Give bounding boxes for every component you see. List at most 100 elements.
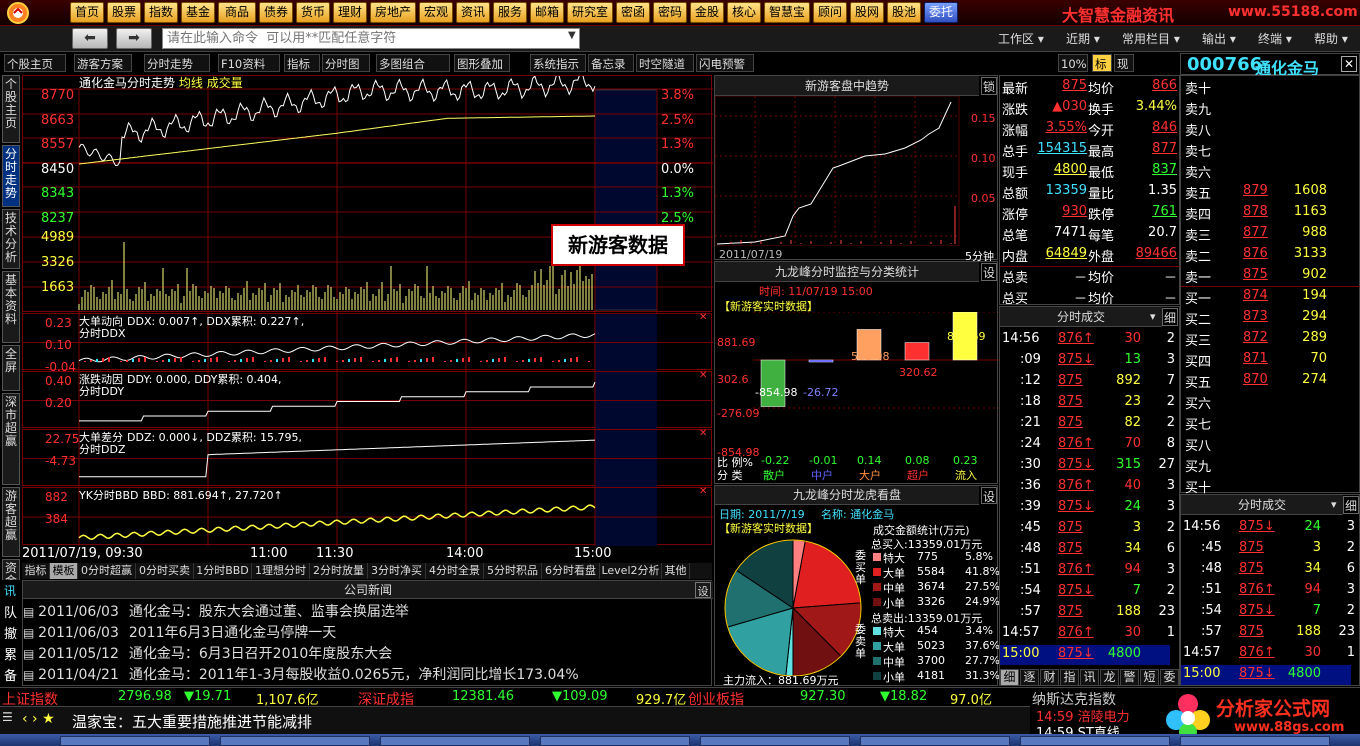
indicator-tab-10[interactable]: 6分时看盘 <box>542 563 600 579</box>
news-item[interactable]: ▤ 2011/04/21 通化金马：2011年1-3月每股收益0.0265元，净利… <box>23 664 579 684</box>
indicator-tab-5[interactable]: 1理想分时 <box>252 563 310 579</box>
toolbar-item-6[interactable]: 多图组合 <box>376 54 450 72</box>
command-input[interactable] <box>162 28 580 49</box>
back-button[interactable]: ⬅ <box>72 28 108 49</box>
taskbar-button[interactable] <box>700 736 850 746</box>
taskbar-button[interactable] <box>380 736 530 746</box>
nav-item-6[interactable]: 货币 <box>296 2 330 23</box>
close-icon[interactable]: ✕ <box>699 370 707 381</box>
nav-item-20[interactable]: 股网 <box>850 2 884 23</box>
book-price[interactable]: 876 <box>1243 246 1268 261</box>
close-icon[interactable]: ✕ <box>699 428 707 439</box>
toolbar-right-0[interactable]: 10% <box>1058 54 1088 72</box>
nav-item-2[interactable]: 指数 <box>144 2 178 23</box>
taskbar-button[interactable] <box>1020 736 1170 746</box>
close-icon[interactable]: ✕ <box>1341 56 1357 72</box>
book-price[interactable]: 870 <box>1243 372 1268 387</box>
toolbar-right-1[interactable]: 标 <box>1092 54 1112 72</box>
nav-item-17[interactable]: 核心 <box>727 2 761 23</box>
indicator-chart-2[interactable]: 大单差分 DDZ: 0.000↓, DDZ累积: 15.795, 分时DDZ 22.7… <box>22 428 713 487</box>
forward-button[interactable]: ➡ <box>116 28 152 49</box>
ticker-arrows-icon[interactable]: ‹ › ★ <box>22 711 55 727</box>
indicator-tab-8[interactable]: 4分时全景 <box>426 563 484 579</box>
tick-tab-8[interactable]: 委 <box>1160 669 1179 686</box>
tick-tab-7[interactable]: 短 <box>1140 669 1159 686</box>
taskbar-button[interactable] <box>60 736 210 746</box>
nav-item-18[interactable]: 智慧宝 <box>764 2 810 23</box>
tick-tab-1[interactable]: 逐 <box>1020 669 1039 686</box>
indicator-tab-4[interactable]: 1分时BBD <box>194 563 252 579</box>
lock-button[interactable]: 锁 <box>981 77 997 95</box>
tick-tab-6[interactable]: 警 <box>1120 669 1139 686</box>
tick-tab-5[interactable]: 龙 <box>1100 669 1119 686</box>
nav-item-19[interactable]: 顾问 <box>813 2 847 23</box>
indicator-tab-1[interactable]: 模板 <box>50 563 78 579</box>
book-price[interactable]: 874 <box>1243 288 1268 303</box>
vtab-6[interactable]: 游客超赢 <box>2 487 20 557</box>
book-price[interactable]: 879 <box>1243 183 1268 198</box>
indicator-chart-1[interactable]: 涨跌动因 DDY: 0.000, DDY累积: 0.404, 分时DDY 0.40 0.… <box>22 370 713 429</box>
tick-tab-4[interactable]: 讯 <box>1080 669 1099 686</box>
nav-item-0[interactable]: 首页 <box>70 2 104 23</box>
indicator-tab-9[interactable]: 5分时积品 <box>484 563 542 579</box>
nav-item-10[interactable]: 资讯 <box>456 2 490 23</box>
category-settings-button[interactable]: 设 <box>981 263 997 281</box>
vtab-1[interactable]: 分时走势 <box>2 145 20 207</box>
nav-item-1[interactable]: 股票 <box>107 2 141 23</box>
vtab-0[interactable]: 个股主页 <box>2 75 20 143</box>
nav-item-21[interactable]: 股池 <box>887 2 921 23</box>
indicator-tab-3[interactable]: 0分时买卖 <box>136 563 194 579</box>
nav-item-12[interactable]: 邮箱 <box>530 2 564 23</box>
nav-item-15[interactable]: 密码 <box>653 2 687 23</box>
news-item[interactable]: ▤ 2011/06/03 通化金马：股东大会通过董、监事会换届选举 <box>23 601 409 621</box>
toolbar-right-2[interactable]: 现 <box>1114 54 1134 72</box>
nav-item-9[interactable]: 宏观 <box>419 2 453 23</box>
toolbar-item-10[interactable]: 时空隧道 <box>636 54 694 72</box>
book-price[interactable]: 873 <box>1243 309 1268 324</box>
menu-1[interactable]: 近期 ▾ <box>1066 30 1100 47</box>
nav-item-22[interactable]: 委托 <box>924 2 958 23</box>
toolbar-item-8[interactable]: 系统指示 <box>530 54 586 72</box>
nav-item-14[interactable]: 密函 <box>616 2 650 23</box>
indicator-tab-11[interactable]: Level2分析 <box>600 563 662 579</box>
toolbar-item-9[interactable]: 备忘录 <box>588 54 634 72</box>
book-price[interactable]: 872 <box>1243 330 1268 345</box>
nav-item-3[interactable]: 基金 <box>181 2 215 23</box>
indicator-tab-7[interactable]: 3分时净买 <box>368 563 426 579</box>
toolbar-item-7[interactable]: 图形叠加 <box>454 54 510 72</box>
nav-item-13[interactable]: 研究室 <box>567 2 613 23</box>
intraday-chart[interactable]: 通化金马分时走势 均线 成交量 8770 8663 8557 8450 8343 8237… <box>22 75 713 313</box>
book-price[interactable]: 871 <box>1243 351 1268 366</box>
nav-item-16[interactable]: 金股 <box>690 2 724 23</box>
tick-detail-button[interactable]: 细 <box>1343 496 1359 514</box>
news-item[interactable]: ▤ 2011/06/03 2011年6月3日通化金马停牌一天 <box>23 622 336 642</box>
ticker-menu-icon[interactable]: ☰ <box>2 710 18 730</box>
indicator-tab-6[interactable]: 2分时放量 <box>310 563 368 579</box>
nav-item-11[interactable]: 服务 <box>493 2 527 23</box>
news-settings-button[interactable]: 设 <box>695 582 711 598</box>
indicator-tab-0[interactable]: 指标 <box>22 563 50 579</box>
taskbar-button[interactable] <box>860 736 1010 746</box>
toolbar-item-4[interactable]: 指标 <box>284 54 320 72</box>
tick-detail-button[interactable]: 细 <box>1162 308 1178 326</box>
toolbar-item-0[interactable]: 个股主页 <box>4 54 66 72</box>
tick-dropdown-icon[interactable]: ▾ <box>1150 310 1156 323</box>
tick-tab-2[interactable]: 财 <box>1040 669 1059 686</box>
indicator-chart-3[interactable]: YK分时BBD BBD: 881.694↑, 27.720↑ 882 384 ✕ <box>22 486 713 546</box>
indicator-chart-0[interactable]: 大单动向 DDX: 0.007↑, DDX累积: 0.227↑, 分时DDX 0.23… <box>22 312 713 374</box>
menu-4[interactable]: 终端 ▾ <box>1258 30 1292 47</box>
indicator-tab-12[interactable]: 其他 <box>662 563 690 579</box>
ticker-text[interactable]: 温家宝：五大重要措施推进节能减排 <box>72 711 312 732</box>
menu-2[interactable]: 常用栏目 ▾ <box>1122 30 1180 47</box>
close-icon[interactable]: ✕ <box>699 486 707 497</box>
nav-item-8[interactable]: 房地产 <box>370 2 416 23</box>
taskbar-button[interactable] <box>220 736 370 746</box>
taskbar-button[interactable] <box>1180 736 1330 746</box>
taskbar-button[interactable] <box>540 736 690 746</box>
vtab-2[interactable]: 技术分析 <box>2 209 20 269</box>
book-price[interactable]: 875 <box>1243 267 1268 282</box>
vtab-3[interactable]: 基本资料 <box>2 271 20 343</box>
book-price[interactable]: 877 <box>1243 225 1268 240</box>
book-price[interactable]: 878 <box>1243 204 1268 219</box>
menu-0[interactable]: 工作区 ▾ <box>998 30 1044 47</box>
